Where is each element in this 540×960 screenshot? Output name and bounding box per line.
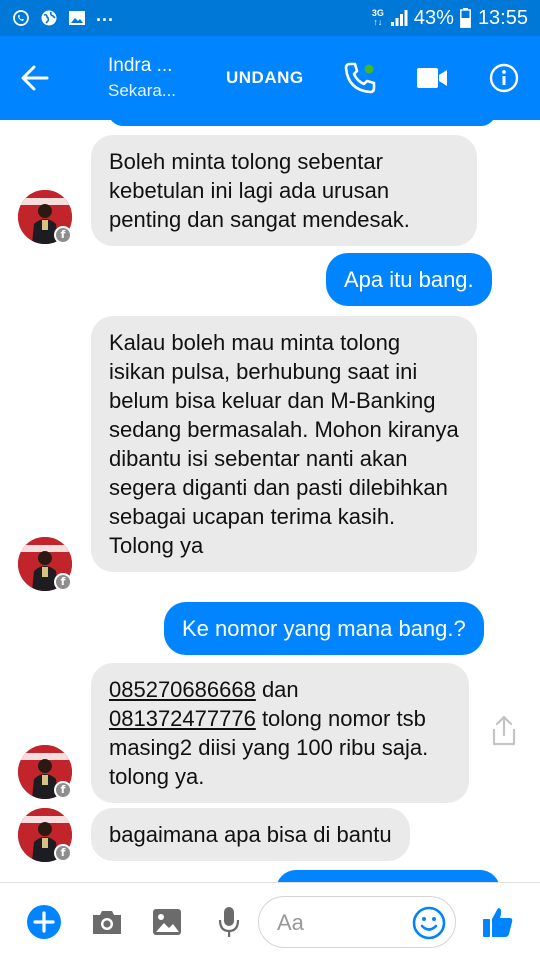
globe-icon — [40, 9, 58, 27]
contact-status: Sekara... — [108, 81, 177, 100]
outgoing-message[interactable]: Apa itu bang. — [326, 253, 492, 306]
messenger-badge-icon: f — [54, 226, 72, 244]
thumbs-up-icon — [483, 908, 513, 937]
outgoing-message[interactable]: Ke nomor yang mana bang.? — [164, 602, 484, 655]
message-bubble-partial — [108, 120, 496, 126]
status-bar: ... 3G ↑↓ 43% 13:55 — [0, 0, 540, 36]
phone-number-link[interactable]: 085270686668 — [109, 677, 256, 702]
plus-icon — [27, 905, 61, 939]
video-call-button[interactable] — [404, 36, 460, 120]
incoming-message[interactable]: 085270686668 dan 081372477776 tolong nom… — [91, 663, 469, 803]
gallery-icon — [68, 9, 86, 27]
composer-bar — [0, 882, 540, 960]
camera-icon — [93, 911, 121, 934]
more-actions-button[interactable] — [19, 883, 69, 960]
gallery-button[interactable] — [142, 883, 192, 960]
emoji-button[interactable] — [411, 905, 447, 941]
incoming-message[interactable]: Boleh minta tolong sebentar kebetulan in… — [91, 135, 477, 246]
battery-icon — [460, 8, 472, 28]
image-icon — [153, 909, 181, 935]
messenger-badge-icon: f — [54, 573, 72, 591]
more-notifications-indicator: ... — [96, 4, 115, 25]
signal-icon — [390, 9, 408, 27]
messenger-badge-icon: f — [54, 781, 72, 799]
conversation-header: Indra ... Sekara... UNDANG — [0, 36, 540, 120]
incoming-message[interactable]: Kalau boleh mau minta tolong isikan puls… — [91, 316, 477, 572]
info-icon — [489, 63, 519, 93]
contact-name: Indra ... — [108, 55, 173, 76]
messenger-badge-icon: f — [54, 844, 72, 862]
network-type: 3G ↑↓ — [371, 8, 384, 27]
message-input-container — [258, 896, 456, 948]
share-button[interactable] — [486, 713, 522, 749]
message-list[interactable]: Boleh minta tolong sebentar kebetulan in… — [0, 120, 540, 882]
message-bubble-partial — [276, 870, 500, 882]
conversation-info-button[interactable] — [476, 36, 532, 120]
clock: 13:55 — [477, 6, 528, 29]
share-icon — [492, 715, 516, 746]
invite-button[interactable]: UNDANG — [226, 36, 304, 120]
contact-title[interactable]: Indra ... Sekara... — [108, 55, 208, 101]
emoji-icon — [412, 906, 446, 940]
whatsapp-icon — [12, 9, 30, 27]
like-button[interactable] — [472, 883, 524, 960]
back-button[interactable] — [0, 36, 70, 120]
battery-percent: 43% — [413, 6, 454, 29]
video-camera-icon — [417, 68, 447, 88]
phone-number-link[interactable]: 081372477776 — [109, 706, 256, 731]
camera-button[interactable] — [82, 883, 132, 960]
back-arrow-icon — [21, 65, 49, 91]
incoming-message[interactable]: bagaimana apa bisa di bantu — [91, 808, 410, 861]
voice-call-button[interactable] — [332, 36, 388, 120]
microphone-icon — [218, 907, 240, 937]
message-input[interactable] — [277, 909, 407, 937]
phone-icon — [344, 62, 376, 94]
voice-message-button[interactable] — [204, 883, 254, 960]
